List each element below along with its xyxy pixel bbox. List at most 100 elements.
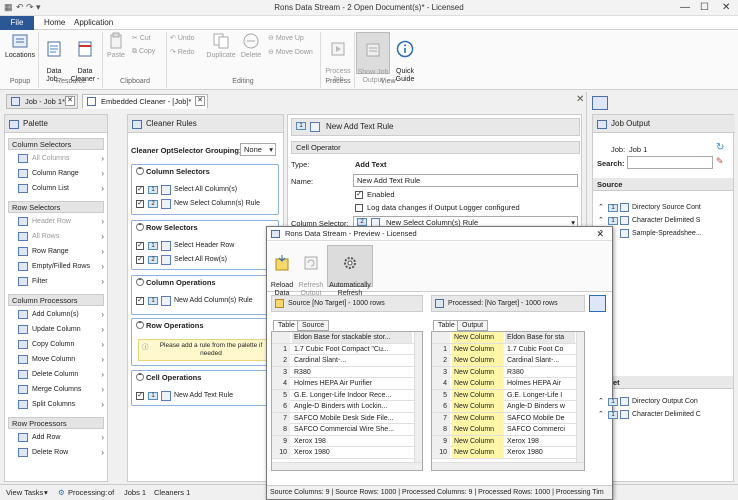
table-row[interactable]: 4 Holmes HEPA Air Purifier [272, 378, 414, 390]
palette-item[interactable]: Delete Column › [18, 370, 104, 379]
table-row[interactable]: 10 New Column Xerox 1980 [432, 447, 578, 459]
checkbox[interactable]: ✓ [136, 297, 144, 305]
refresh-output-button[interactable]: Refresh Output [297, 246, 325, 298]
table-cell[interactable]: New Column [452, 389, 504, 401]
table-cell[interactable]: Angle-D Binders with Lockin... [292, 401, 412, 412]
table-cell[interactable]: SAFCO Commerci [505, 424, 575, 435]
checkbox[interactable]: ✓ [136, 186, 144, 194]
tab-embedded-cleaner[interactable]: Embedded Cleaner - [Job]* ✕ [82, 94, 208, 109]
table-cell[interactable]: 1.7 Cubic Foot Co [505, 344, 575, 355]
collapse-icon[interactable]: ⌃ [136, 321, 144, 329]
table-cell[interactable]: SAFCO Mobile Desk Side File... [292, 413, 412, 424]
table-row[interactable]: 3 R380 [272, 366, 414, 378]
table-cell[interactable]: R380 [505, 367, 575, 378]
table-cell[interactable]: New Column [452, 435, 504, 447]
collapse-icon[interactable]: ⌃ [136, 373, 144, 381]
table-cell[interactable]: Angle-D Binders w [505, 401, 575, 412]
horizontal-scrollbar[interactable] [272, 462, 422, 470]
maximize-button[interactable]: ☐ [700, 2, 709, 13]
table-row[interactable]: 5 New Column G.E. Longer-Life I [432, 389, 578, 401]
table-cell[interactable]: New Column [452, 355, 504, 366]
job-output-item[interactable]: ⌃ 1 Character Delimited C [598, 410, 730, 420]
table-cell[interactable]: R380 [292, 367, 412, 378]
palette-item[interactable]: Copy Column › [18, 340, 104, 349]
table-cell[interactable]: G.E. Longer-Life Indoor Rece... [292, 390, 412, 401]
rule-select-all-rows[interactable]: ✓ 2 Select All Row(s) [136, 255, 227, 265]
tab-job-close-icon[interactable]: ✕ [65, 96, 75, 106]
table-row[interactable]: 7 SAFCO Mobile Desk Side File... [272, 412, 414, 424]
table-cell[interactable]: New Column [452, 343, 504, 355]
table-row[interactable]: 4 New Column Holmes HEPA Air [432, 378, 578, 390]
log-changes-checkbox[interactable]: Log data changes if Output Logger config… [355, 203, 520, 212]
table-cell[interactable]: Holmes HEPA Air [505, 378, 575, 389]
job-output-item[interactable]: ⌃ 1 Character Delimited S [598, 216, 730, 226]
palette-section-0[interactable]: Column Selectors [8, 138, 104, 150]
palette-item[interactable]: Add Column(s) › [18, 310, 104, 319]
show-job-output-button[interactable]: Show Job Output [356, 32, 390, 84]
table-row[interactable]: 1 New Column 1.7 Cubic Foot Co [432, 343, 578, 355]
palette-item[interactable]: All Rows › [18, 232, 104, 241]
process-job-button[interactable]: Process Job [324, 32, 352, 84]
table-row[interactable]: 9 New Column Xerox 198 [432, 435, 578, 447]
palette-item[interactable]: Split Columns › [18, 400, 104, 409]
palette-item[interactable]: Update Column › [18, 325, 104, 334]
palette-item[interactable]: Delete Row › [18, 448, 104, 457]
table-cell[interactable]: Xerox 1980 [292, 447, 412, 458]
table-cell[interactable]: Xerox 198 [292, 436, 412, 447]
row-selectors-title[interactable]: ⌃ Row Selectors [136, 223, 198, 232]
table-cell[interactable]: New Column [452, 424, 504, 435]
column-header[interactable]: New Column [452, 332, 504, 343]
rule-select-all-columns[interactable]: ✓ 1 Select All Column(s) [136, 185, 237, 195]
column-header[interactable]: Eldon Base for stackable stor... [292, 332, 412, 343]
minimize-button[interactable]: — [680, 2, 690, 13]
checkbox[interactable] [355, 204, 363, 212]
table-row[interactable]: 9 Xerox 198 [272, 435, 414, 447]
collapse-icon[interactable]: ⌃ [598, 397, 604, 407]
table-cell[interactable]: New Column [452, 378, 504, 389]
checkbox[interactable]: ✓ [136, 200, 144, 208]
vertical-scrollbar[interactable] [576, 332, 584, 462]
palette-item[interactable]: Row Range › [18, 247, 104, 256]
tab-source-table[interactable]: Table [273, 320, 300, 331]
move-up-button[interactable]: ⊖ Move Up [268, 34, 304, 42]
data-cleaner-button[interactable]: Data Cleaner - [68, 32, 102, 84]
document-close-icon[interactable]: ✕ [576, 94, 584, 105]
palette-item[interactable]: Move Column › [18, 355, 104, 364]
table-row[interactable]: 7 New Column SAFCO Mobile De [432, 412, 578, 424]
job-output-item[interactable]: ⌃ Sample-Spreadshee... [598, 229, 730, 239]
quick-guide-button[interactable]: Quick Guide [392, 32, 418, 84]
enabled-checkbox[interactable]: ✓ Enabled [355, 190, 395, 199]
table-cell[interactable]: Holmes HEPA Air Purifier [292, 378, 412, 389]
rule-new-add-text[interactable]: ✓ 1 New Add Text Rule [136, 391, 233, 401]
table-row[interactable]: 1 1.7 Cubic Foot Compact "Cu... [272, 343, 414, 355]
tab-source-source[interactable]: Source [297, 320, 330, 331]
palette-item[interactable]: Add Row › [18, 433, 104, 442]
menu-application[interactable]: Application [74, 18, 113, 27]
horizontal-scrollbar[interactable] [432, 462, 584, 470]
tab-processed-output[interactable]: Output [457, 320, 489, 331]
paste-button[interactable]: Paste [104, 32, 128, 60]
name-input[interactable]: New Add Text Rule [353, 174, 578, 187]
job-output-toggle-icon[interactable] [592, 96, 608, 110]
checkbox[interactable]: ✓ [355, 191, 363, 199]
grouping-select[interactable]: None ▾ [240, 143, 276, 156]
table-cell[interactable]: G.E. Longer-Life I [505, 390, 575, 401]
palette-item[interactable]: All Columns › [18, 154, 104, 163]
table-row[interactable]: 5 G.E. Longer-Life Indoor Rece... [272, 389, 414, 401]
column-selectors-title[interactable]: ⌃ Column Selectors [136, 167, 210, 176]
collapse-icon[interactable]: ⌃ [136, 278, 144, 286]
collapse-icon[interactable]: ⌃ [598, 216, 604, 226]
view-tasks-chevron-icon[interactable]: ▾ [44, 485, 48, 500]
table-row[interactable]: 3 New Column R380 [432, 366, 578, 378]
palette-section-3[interactable]: Row Processors [8, 417, 104, 429]
table-cell[interactable]: SAFCO Commercial Wire She... [292, 424, 412, 435]
copy-button[interactable]: ⧉ Copy [132, 48, 155, 56]
clear-search-icon[interactable]: ✎ [716, 156, 724, 167]
table-row[interactable]: 2 Cardinal Slant-... [272, 355, 414, 367]
table-cell[interactable]: Cardinal Slant-... [292, 355, 412, 366]
table-cell[interactable]: Xerox 1980 [505, 447, 575, 458]
table-row[interactable]: 2 New Column Cardinal Slant-... [432, 355, 578, 367]
collapse-icon[interactable]: ⌃ [136, 167, 144, 175]
rule-new-select-columns[interactable]: ✓ 2 New Select Column(s) Rule [136, 199, 260, 209]
tab-processed-table[interactable]: Table [433, 320, 460, 331]
